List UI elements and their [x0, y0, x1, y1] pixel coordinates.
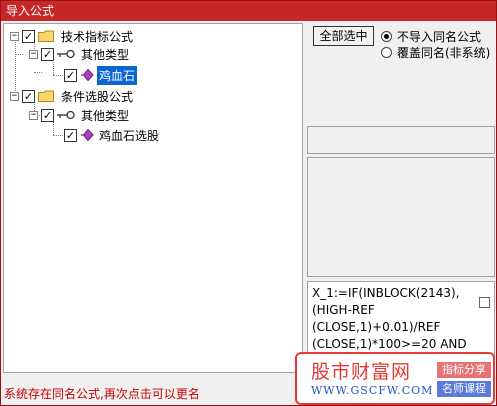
tree-node-stock-selection[interactable]: − ✓ 条件选股公式 — [10, 87, 135, 105]
radio-button[interactable] — [381, 30, 392, 42]
formula-line: (CLOSE,1)+0.01)/REF — [312, 320, 441, 334]
radio-label: 覆盖同名(非系统) — [397, 45, 491, 60]
formula-line: (CLOSE,1)*100>=20 AND — [312, 337, 467, 351]
key-icon — [57, 110, 75, 120]
radio-overwrite-duplicates[interactable]: 覆盖同名(非系统) — [381, 44, 490, 60]
radio-skip-duplicates[interactable]: 不导入同名公式 — [381, 28, 481, 44]
tree-node-label-selected: 鸡血石 — [97, 65, 138, 85]
collapse-toggle[interactable]: − — [10, 91, 19, 101]
description-panel — [307, 157, 495, 277]
watermark-name: 股市财富网 — [311, 361, 412, 383]
tree-node-formula[interactable]: ✓ 鸡血石 — [64, 65, 138, 85]
collapse-toggle[interactable]: − — [29, 49, 38, 59]
tree-checkbox[interactable]: ✓ — [22, 29, 35, 43]
gem-icon — [81, 129, 94, 141]
tree-node-other-type[interactable]: − ✓ 其他类型 — [29, 106, 131, 124]
tree-node-label: 技术指标公式 — [61, 29, 134, 44]
collapse-toggle[interactable]: − — [29, 110, 38, 120]
tree-node-label: 条件选股公式 — [61, 89, 134, 104]
select-all-button[interactable]: 全部选中 — [313, 26, 374, 46]
info-panel — [307, 126, 495, 154]
tree-checkbox[interactable]: ✓ — [64, 68, 77, 82]
tree-node-label: 其他类型 — [81, 47, 130, 62]
tree-checkbox[interactable]: ✓ — [22, 89, 35, 103]
tree-node-tech-indicator[interactable]: − ✓ 技术指标公式 — [10, 27, 135, 45]
watermark-tag-share: 指标分享 — [437, 362, 491, 378]
tree-node-label: 鸡血石选股 — [99, 128, 160, 143]
watermark-logo: 股市财富网 WWW.GSCFW.COM 指标分享 名师课程 — [295, 352, 495, 405]
formula-tree[interactable]: − ✓ 技术指标公式 − ✓ 其他类型 ✓ 鸡血石 − ✓ 条件选股公式 − ✓… — [3, 23, 303, 373]
folder-icon — [38, 30, 54, 42]
formula-line: X_1:=IF(INBLOCK(2143), — [312, 286, 460, 300]
status-message: 系统存在同名公式,再次点击可以更名 — [4, 387, 200, 401]
radio-label: 不导入同名公式 — [397, 29, 482, 44]
watermark-url: WWW.GSCFW.COM — [311, 384, 434, 397]
tree-checkbox[interactable]: ✓ — [64, 128, 77, 142]
watermark-tag-course: 名师课程 — [437, 381, 491, 397]
folder-icon — [38, 90, 54, 102]
tree-checkbox[interactable]: ✓ — [41, 47, 54, 61]
key-icon — [57, 49, 75, 59]
tree-node-label: 其他类型 — [81, 108, 130, 123]
preview-checkbox[interactable] — [479, 297, 490, 308]
collapse-toggle[interactable]: − — [10, 31, 19, 41]
formula-line: (HIGH-REF — [312, 303, 375, 317]
import-formula-dialog: 导入公式 − ✓ 技术指标公式 − ✓ 其他类型 ✓ 鸡血石 − ✓ 条件选股公… — [0, 0, 497, 406]
tree-checkbox[interactable]: ✓ — [41, 108, 54, 122]
tree-node-other-type[interactable]: − ✓ 其他类型 — [29, 45, 131, 63]
tree-node-formula[interactable]: ✓ 鸡血石选股 — [64, 126, 161, 144]
gem-icon — [81, 69, 94, 81]
window-title: 导入公式 — [1, 1, 496, 21]
radio-button[interactable] — [381, 46, 392, 58]
